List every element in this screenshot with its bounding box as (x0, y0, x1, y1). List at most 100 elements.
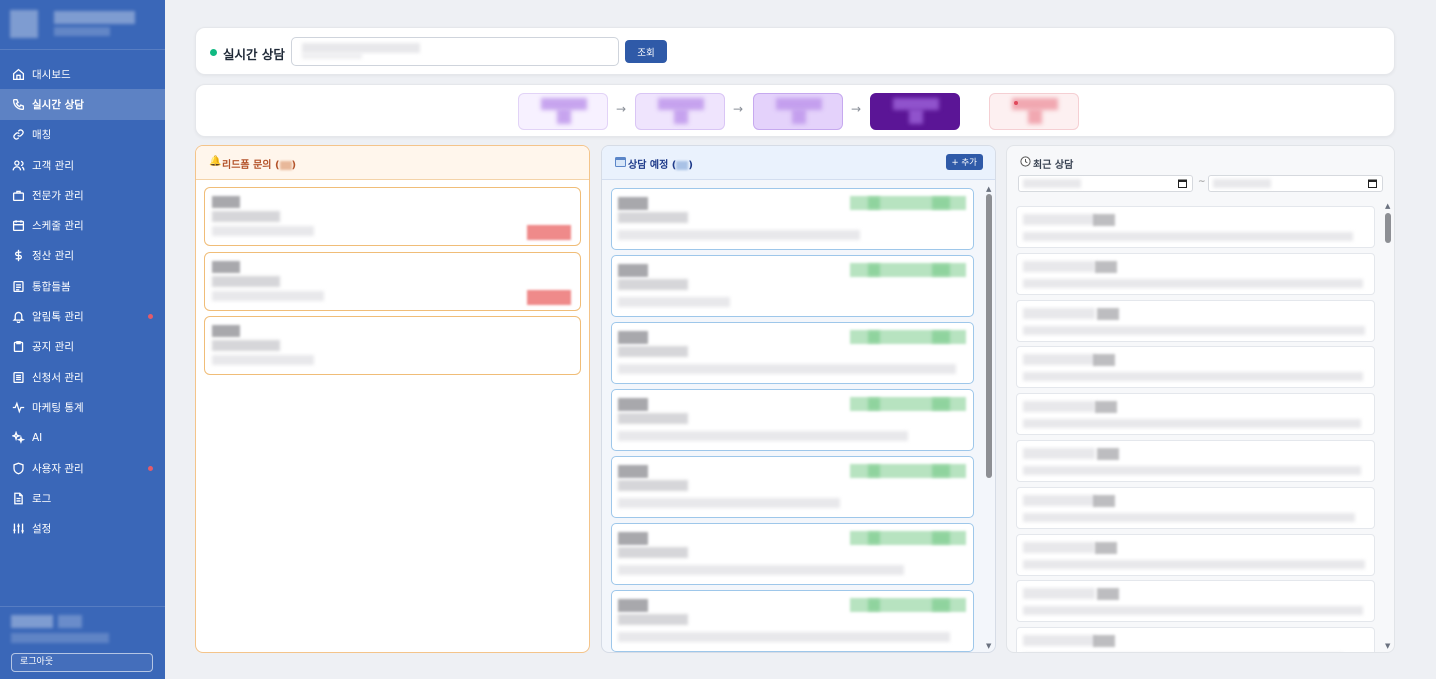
activity-icon (12, 401, 25, 414)
bell-icon (12, 311, 25, 324)
pipeline-stage-0[interactable] (518, 93, 608, 130)
users-icon (12, 159, 25, 171)
page-title: 실시간 상담 (223, 47, 285, 62)
scheduled-card[interactable] (611, 255, 974, 317)
lead-card[interactable] (204, 187, 581, 246)
calendar-icon (615, 156, 626, 167)
lead-card[interactable] (204, 316, 581, 375)
recent-consult-card[interactable] (1016, 346, 1375, 389)
sidebar-item-label: 사용자 관리 (32, 462, 84, 475)
scheduled-card[interactable] (611, 456, 974, 518)
query-button[interactable]: 조회 (625, 40, 667, 63)
scheduled-card[interactable] (611, 188, 974, 250)
document-icon (13, 280, 24, 292)
sidebar-item-8[interactable]: 알림톡 관리 (0, 301, 165, 331)
recent-consult-card[interactable] (1016, 440, 1375, 482)
recent-consult-card[interactable] (1016, 627, 1375, 652)
pipeline-stage-4[interactable] (989, 93, 1079, 130)
pipeline-stage-3[interactable] (870, 93, 960, 130)
sidebar-item-label: 알림톡 관리 (32, 311, 84, 324)
sidebar-item-13[interactable]: 사용자 관리 (0, 453, 165, 483)
sidebar-item-11[interactable]: 마케팅 통계 (0, 392, 165, 422)
recent-consult-column: 최근 상담 ~ ▲ ▼ (1006, 145, 1395, 653)
sidebar-item-label: 실시간 상담 (32, 98, 84, 111)
recent-column-title: 최근 상담 (1033, 160, 1074, 171)
pipeline-stage-1[interactable] (635, 93, 725, 130)
sidebar-item-5[interactable]: 스케줄 관리 (0, 210, 165, 240)
lead-card[interactable] (204, 252, 581, 311)
sidebar-item-1[interactable]: 실시간 상담 (0, 89, 165, 120)
date-range-separator: ~ (1198, 177, 1206, 187)
sliders-icon (13, 523, 24, 534)
calendar-icon (12, 220, 25, 232)
sidebar-item-label: 정산 관리 (32, 250, 74, 263)
sidebar-item-label: 설정 (32, 523, 52, 536)
pipeline-stage-2[interactable] (753, 93, 843, 130)
scroll-down-arrow[interactable]: ▼ (986, 642, 991, 650)
sidebar-item-4[interactable]: 전문가 관리 (0, 180, 165, 210)
file-icon (14, 492, 23, 505)
recent-consult-card[interactable] (1016, 206, 1375, 248)
sidebar-item-label: 스케줄 관리 (32, 220, 84, 233)
scheduled-card[interactable] (611, 322, 974, 384)
search-input[interactable] (291, 37, 619, 66)
scheduled-scrollbar[interactable] (986, 194, 992, 478)
arrow-right-icon: → (851, 102, 862, 116)
end-date-input[interactable] (1208, 175, 1383, 192)
sidebar-item-0[interactable]: 대시보드 (0, 59, 165, 89)
sidebar-item-12[interactable]: AI (0, 423, 165, 453)
dollar-icon (15, 250, 22, 262)
live-status-dot (210, 49, 217, 56)
alert-dot (148, 314, 153, 320)
sidebar: 대시보드실시간 상담매칭고객 관리 전문가 관리스케줄 관리정산 관리통합들봄알림… (0, 0, 165, 679)
add-schedule-button[interactable]: + 추가 (945, 154, 983, 170)
recent-consult-card[interactable] (1016, 533, 1375, 576)
scheduled-column-header: 상담 예정 () + 추가 (602, 146, 995, 180)
form-icon (13, 371, 24, 383)
sidebar-item-9[interactable]: 공지 관리 (0, 332, 165, 362)
sidebar-item-7[interactable]: 통합들봄 (0, 271, 165, 301)
logout-button[interactable]: 로그아웃 (11, 653, 153, 672)
arrow-right-icon: → (616, 102, 627, 116)
recent-consult-card[interactable] (1016, 486, 1375, 529)
recent-consult-card[interactable] (1016, 393, 1375, 436)
calendar-icon (1368, 179, 1377, 188)
sidebar-item-label: 매칭 (32, 129, 52, 142)
scheduled-card[interactable] (611, 523, 974, 585)
start-date-input[interactable] (1018, 175, 1193, 192)
scroll-down-arrow[interactable]: ▼ (1385, 642, 1390, 650)
arrow-right-icon: → (733, 102, 744, 116)
bell-icon: 🔔 (209, 156, 222, 167)
alert-dot (148, 465, 153, 471)
recent-scrollbar[interactable] (1385, 213, 1391, 243)
sidebar-nav: 대시보드실시간 상담매칭고객 관리 전문가 관리스케줄 관리정산 관리통합들봄알림… (0, 50, 165, 544)
scroll-up-arrow[interactable]: ▲ (986, 185, 991, 193)
sidebar-item-6[interactable]: 정산 관리 (0, 241, 165, 271)
sidebar-item-15[interactable]: 설정 (0, 513, 165, 543)
sparkle-icon (12, 431, 25, 445)
lead-form-column: 🔔 리드폼 문의 () (195, 145, 590, 653)
lead-column-header: 🔔 리드폼 문의 () (196, 146, 589, 180)
scroll-up-arrow[interactable]: ▲ (1385, 202, 1390, 210)
sidebar-item-label: 로그 (32, 492, 52, 505)
scheduled-card[interactable] (611, 590, 974, 652)
home-icon (12, 68, 25, 80)
scheduled-card[interactable] (611, 389, 974, 451)
recent-consult-card[interactable] (1016, 580, 1375, 623)
phone-icon (12, 98, 25, 110)
sidebar-item-2[interactable]: 매칭 (0, 120, 165, 150)
brand-logo (0, 0, 165, 50)
sidebar-item-label: 신청서 관리 (32, 371, 84, 384)
sidebar-item-label: 통합들봄 (32, 280, 71, 293)
sidebar-item-label: 마케팅 통계 (32, 401, 84, 414)
sidebar-item-14[interactable]: 로그 (0, 483, 165, 513)
recent-consult-card[interactable] (1016, 299, 1375, 342)
recent-consult-card[interactable] (1016, 252, 1375, 295)
sidebar-item-10[interactable]: 신청서 관리 (0, 362, 165, 392)
link-icon (13, 129, 24, 140)
sidebar-item-label: 공지 관리 (32, 341, 74, 354)
user-profile: 로그아웃 (0, 606, 165, 679)
status-pipeline: → → → (195, 84, 1395, 137)
lead-count-badge (279, 160, 292, 170)
sidebar-item-3[interactable]: 고객 관리 (0, 150, 165, 180)
